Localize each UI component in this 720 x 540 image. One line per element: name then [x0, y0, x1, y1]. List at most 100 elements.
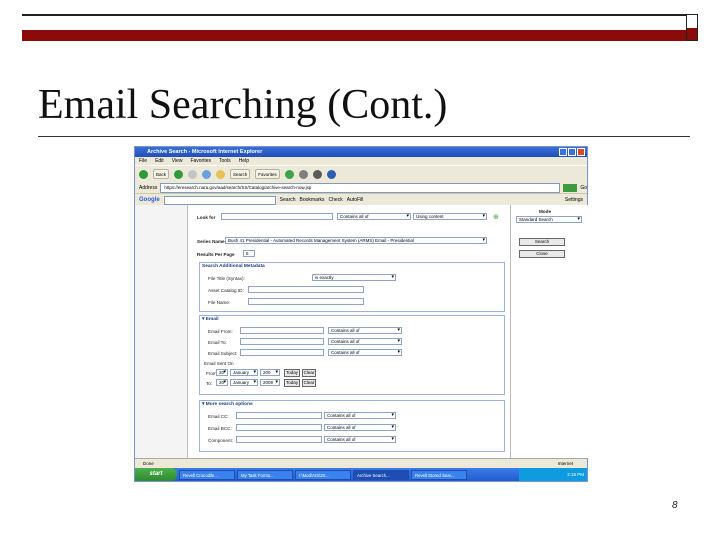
- title-rule: [38, 136, 690, 137]
- additional-metadata-section: Search Additional Metadata File Title (S…: [199, 262, 505, 312]
- favorites-button[interactable]: Favorites: [255, 169, 280, 179]
- asset-catalog-label: Asset Catalog ID:: [208, 288, 244, 293]
- word-icon[interactable]: [326, 169, 336, 179]
- look-for-scope-select[interactable]: Using content: [413, 213, 487, 220]
- menu-help[interactable]: Help: [239, 157, 249, 165]
- email-subject-input[interactable]: [240, 349, 324, 356]
- media-icon[interactable]: [284, 169, 294, 179]
- task-item-4[interactable]: Archive Search...: [353, 469, 409, 480]
- to-today-button[interactable]: Today: [284, 379, 300, 387]
- from-day-select[interactable]: 20: [216, 369, 228, 376]
- email-bcc-mode-select[interactable]: Contains all of: [324, 424, 396, 431]
- forward-icon[interactable]: [174, 169, 184, 179]
- right-panel: Mode Standard Search Search Close: [510, 205, 588, 458]
- add-criteria-icon[interactable]: ⊕: [493, 213, 499, 221]
- asset-catalog-input[interactable]: [248, 286, 364, 293]
- maximize-button[interactable]: [568, 148, 576, 156]
- series-name-select[interactable]: Bush 41 Presidential - Automated Records…: [225, 237, 487, 244]
- more-options-header: ▾ More search options: [202, 402, 253, 407]
- look-for-mode-select[interactable]: Contains all of: [337, 213, 411, 220]
- email-cc-label: Email CC:: [208, 414, 229, 419]
- browser-toolbar: Back Search Favorites: [135, 165, 587, 182]
- page-content: Look for Contains all of Using content ⊕…: [135, 205, 588, 458]
- status-bar: Done Internet: [135, 458, 587, 468]
- component-mode-select[interactable]: Contains all of: [324, 436, 396, 443]
- email-bcc-label: Email BCC:: [208, 426, 232, 431]
- task-item-5[interactable]: Revell Stored Sear...: [411, 469, 467, 480]
- home-icon[interactable]: [216, 169, 226, 179]
- slide-title: Email Searching (Cont.): [38, 82, 448, 128]
- browser-screenshot: Archive Search - Microsoft Internet Expl…: [134, 146, 588, 482]
- menu-view[interactable]: View: [172, 157, 183, 165]
- back-icon[interactable]: [139, 169, 148, 179]
- google-check[interactable]: Check: [329, 197, 343, 203]
- more-options-section: ▾ More search options Email CC: Contains…: [199, 400, 505, 452]
- menu-edit[interactable]: Edit: [155, 157, 164, 165]
- file-name-label: File Name:: [208, 300, 231, 305]
- address-label: Address: [139, 184, 158, 191]
- email-header-text: Email: [205, 317, 219, 322]
- from-month-select[interactable]: January: [230, 369, 258, 376]
- results-per-page-input[interactable]: 5: [243, 250, 255, 257]
- go-label[interactable]: Go: [580, 185, 587, 191]
- address-bar: Address https://eresearch.nara.gov/aad/s…: [135, 182, 587, 193]
- email-from-mode-select[interactable]: Contains all of: [328, 327, 402, 334]
- series-name-label: Series Name: [197, 239, 225, 244]
- task-item-2[interactable]: My Task Forms...: [237, 469, 293, 480]
- google-settings[interactable]: Settings: [565, 197, 583, 203]
- top-rule: [22, 14, 698, 16]
- go-button[interactable]: [563, 183, 578, 192]
- email-from-input[interactable]: [240, 327, 324, 334]
- task-item-1[interactable]: Revell Crocodile...: [179, 469, 235, 480]
- address-input[interactable]: https://eresearch.nara.gov/aad/search/SS…: [160, 182, 561, 193]
- email-cc-input[interactable]: [236, 412, 322, 419]
- menu-bar: File Edit View Favorites Tools Help: [135, 157, 587, 165]
- minimize-button[interactable]: [559, 148, 567, 156]
- component-input[interactable]: [236, 436, 322, 443]
- email-bcc-input[interactable]: [236, 424, 322, 431]
- from-clear-button[interactable]: Clear: [302, 369, 316, 377]
- close-form-button[interactable]: Close: [519, 250, 565, 258]
- system-tray: 2:16 PM: [519, 468, 587, 481]
- email-cc-mode-select[interactable]: Contains all of: [324, 412, 396, 419]
- page-number: 8: [672, 500, 678, 511]
- to-day-select[interactable]: 20: [216, 379, 228, 386]
- mode-select[interactable]: Standard Search: [516, 216, 582, 223]
- stop-icon[interactable]: [188, 169, 198, 179]
- google-bookmarks[interactable]: Bookmarks: [300, 197, 325, 203]
- search-button[interactable]: Search: [230, 169, 251, 179]
- menu-tools[interactable]: Tools: [219, 157, 231, 165]
- google-autofill[interactable]: AutoFill: [347, 197, 364, 203]
- look-for-input[interactable]: [221, 213, 333, 220]
- to-year-select[interactable]: 2009: [260, 379, 280, 386]
- left-panel: [135, 205, 188, 458]
- search-submit-button[interactable]: Search: [519, 238, 565, 246]
- email-to-mode-select[interactable]: Contains all of: [328, 338, 402, 345]
- to-month-select[interactable]: January: [230, 379, 258, 386]
- start-button[interactable]: start: [135, 468, 177, 481]
- menu-file[interactable]: File: [139, 157, 147, 165]
- file-title-mode-select[interactable]: is exactly: [312, 274, 396, 281]
- email-to-label: Email To:: [208, 340, 227, 345]
- email-to-input[interactable]: [240, 338, 324, 345]
- print-icon[interactable]: [312, 169, 322, 179]
- status-text: Done: [143, 461, 154, 466]
- google-search-input[interactable]: [163, 195, 276, 205]
- from-year-select[interactable]: 200: [260, 369, 280, 376]
- file-name-input[interactable]: [248, 298, 364, 305]
- mode-label: Mode: [539, 209, 551, 214]
- google-search-button[interactable]: Search: [280, 197, 296, 203]
- more-options-header-text: More search options: [205, 402, 253, 407]
- task-item-3[interactable]: I:\Mod\AIS\20...: [295, 469, 351, 480]
- window-title-bar: Archive Search - Microsoft Internet Expl…: [135, 147, 587, 157]
- back-button[interactable]: Back: [153, 169, 170, 179]
- google-logo: Google: [139, 197, 160, 203]
- close-button[interactable]: [577, 148, 585, 156]
- to-clear-button[interactable]: Clear: [302, 379, 316, 387]
- mail-icon[interactable]: [298, 169, 308, 179]
- taskbar: start Revell Crocodile... My Task Forms.…: [135, 468, 587, 481]
- from-today-button[interactable]: Today: [284, 369, 300, 377]
- menu-favorites[interactable]: Favorites: [190, 157, 211, 165]
- email-subject-mode-select[interactable]: Contains all of: [328, 349, 402, 356]
- refresh-icon[interactable]: [202, 169, 212, 179]
